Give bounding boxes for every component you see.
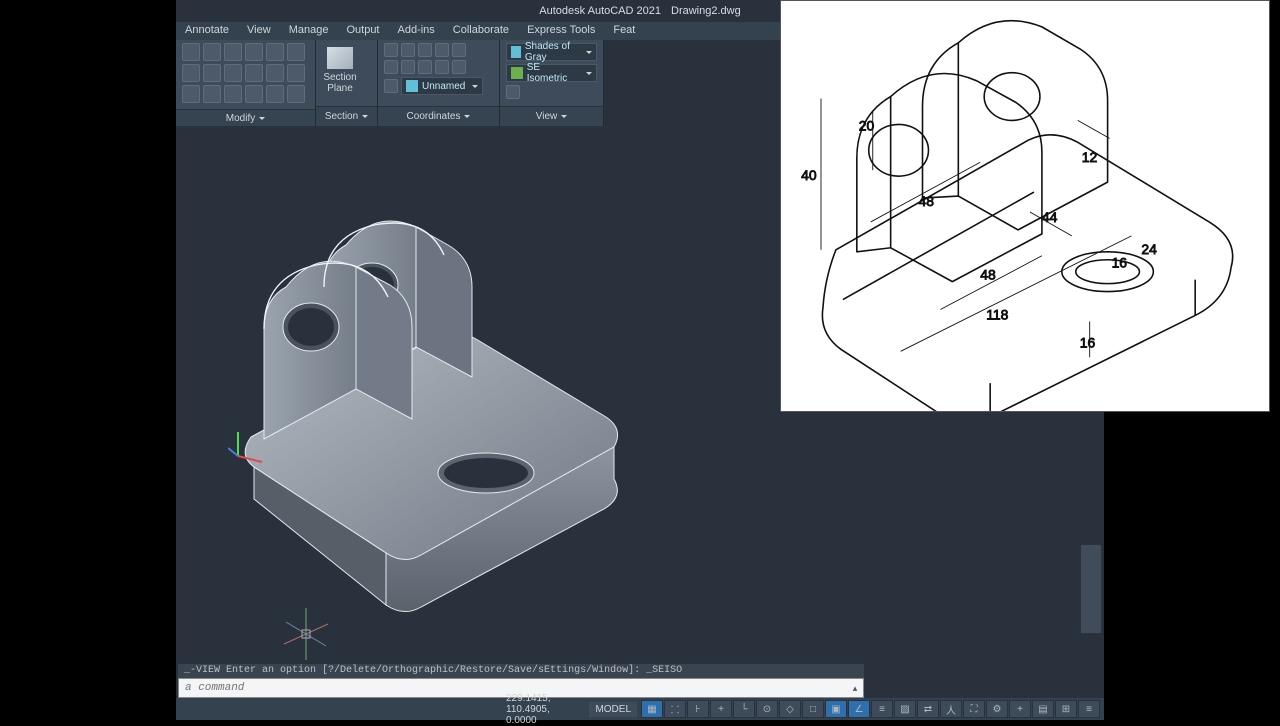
ucs-axes-icon [228, 426, 268, 466]
app-name: Autodesk AutoCAD 2021 [539, 5, 661, 17]
tab-manage[interactable]: Manage [280, 22, 338, 40]
rotate-icon[interactable] [203, 43, 221, 61]
status-bar: 229.1415, 110.4905, 0.0000 MODEL ▦ ⸬ ⊦ +… [176, 698, 1104, 720]
tab-express[interactable]: Express Tools [518, 22, 604, 40]
crosshair-cursor-icon [276, 604, 336, 664]
panel-section[interactable]: Section [316, 106, 377, 126]
tab-output[interactable]: Output [337, 22, 388, 40]
tab-view[interactable]: View [238, 22, 280, 40]
ucs4-icon[interactable] [435, 43, 449, 57]
trim-icon[interactable] [224, 43, 242, 61]
transparency-icon[interactable]: ▨ [894, 700, 916, 718]
ucs5-icon[interactable] [452, 43, 466, 57]
fillet-icon[interactable] [266, 43, 284, 61]
sphere-icon [511, 46, 521, 58]
ucs11-icon[interactable] [384, 79, 398, 93]
dim-20: 20 [859, 117, 875, 133]
navigation-bar[interactable] [1080, 544, 1102, 634]
dim-24: 24 [1141, 241, 1157, 257]
draw1-icon[interactable] [182, 85, 200, 103]
ucs2-icon[interactable] [401, 43, 415, 57]
autocad-window: Autodesk AutoCAD 2021 Drawing2.dwg Annot… [176, 0, 1104, 720]
ucs6-icon[interactable] [384, 60, 398, 74]
explode-icon[interactable] [266, 64, 284, 82]
dim-48b: 48 [980, 267, 996, 283]
tab-collaborate[interactable]: Collaborate [444, 22, 518, 40]
panel-view[interactable]: View [500, 106, 603, 126]
draw4-icon[interactable] [245, 85, 263, 103]
draw5-icon[interactable] [266, 85, 284, 103]
dim-48a: 48 [919, 193, 935, 209]
qp-icon[interactable]: ⊞ [1055, 700, 1077, 718]
array-icon[interactable] [287, 43, 305, 61]
tab-addins[interactable]: Add-ins [389, 22, 444, 40]
dim-118: 118 [986, 306, 1008, 322]
chevron-down-icon [586, 51, 592, 54]
visual-style-dropdown[interactable]: Shades of Gray [506, 43, 597, 61]
ucs10-icon[interactable] [452, 60, 466, 74]
copy-icon[interactable] [182, 64, 200, 82]
section-plane-button[interactable]: Section Plane [318, 42, 362, 98]
workspace-icon[interactable]: ⚙ [986, 700, 1008, 718]
reference-drawing: 40 20 48 12 44 48 118 16 24 16 [780, 0, 1270, 412]
ucs3-icon[interactable] [418, 43, 432, 57]
mirror-icon[interactable] [245, 43, 263, 61]
file-name: Drawing2.dwg [671, 5, 741, 17]
erase-icon[interactable] [287, 64, 305, 82]
3dosnap-icon[interactable]: ▣ [825, 700, 847, 718]
tab-annotate[interactable]: Annotate [176, 22, 238, 40]
chevron-down-icon [561, 115, 567, 118]
otrack-icon[interactable]: ∠ [848, 700, 870, 718]
ortho-icon[interactable]: └ [733, 700, 755, 718]
infer-icon[interactable]: ⊦ [687, 700, 709, 718]
panel-modify[interactable]: Modify [176, 109, 315, 126]
cycle-icon[interactable]: ⇄ [917, 700, 939, 718]
chevron-down-icon [586, 72, 592, 75]
ucs7-icon[interactable] [401, 60, 415, 74]
tab-featured[interactable]: Feat [604, 22, 644, 40]
draw2-icon[interactable] [203, 85, 221, 103]
chevron-down-icon [259, 117, 265, 120]
space-toggle[interactable]: MODEL [589, 702, 637, 717]
draw6-icon[interactable] [287, 85, 305, 103]
customize-icon[interactable]: ≡ [1078, 700, 1100, 718]
annot-icon[interactable]: 人 [940, 700, 962, 718]
dim-40: 40 [801, 167, 817, 183]
command-history: _-VIEW Enter an option [?/Delete/Orthogr… [178, 664, 864, 678]
chevron-down-icon [464, 115, 470, 118]
osnap-icon[interactable]: □ [802, 700, 824, 718]
chevron-down-icon [472, 85, 478, 88]
view-tool-icon[interactable] [506, 85, 520, 99]
view-preset-dropdown[interactable]: SE Isometric [506, 64, 597, 82]
command-history-up-icon[interactable]: ▴ [847, 683, 863, 694]
iso-icon[interactable]: ◇ [779, 700, 801, 718]
dim-16a: 16 [1112, 255, 1128, 271]
chevron-down-icon [362, 115, 368, 118]
stretch-icon[interactable] [203, 64, 221, 82]
panel-coordinates[interactable]: Coordinates [378, 106, 499, 126]
draw3-icon[interactable] [224, 85, 242, 103]
dim-12: 12 [1082, 149, 1098, 165]
lweight-icon[interactable]: ≡ [871, 700, 893, 718]
ucs1-icon[interactable] [384, 43, 398, 57]
cube-icon [511, 67, 523, 79]
ucs-named-dropdown[interactable]: Unnamed [401, 77, 483, 95]
dim-44: 44 [1042, 209, 1058, 225]
dynamic-icon[interactable]: + [710, 700, 732, 718]
autoscale-icon[interactable]: ⛶ [963, 700, 985, 718]
scale-icon[interactable] [224, 64, 242, 82]
grid-icon[interactable]: ▦ [641, 700, 663, 718]
ucs9-icon[interactable] [435, 60, 449, 74]
annomonitor-icon[interactable]: + [1009, 700, 1031, 718]
cursor-coordinates: 229.1415, 110.4905, 0.0000 [506, 693, 581, 726]
ucs-icon [406, 80, 418, 92]
offset-icon[interactable] [245, 64, 263, 82]
polar-icon[interactable]: ⊙ [756, 700, 778, 718]
section-plane-icon [327, 47, 353, 69]
snap-icon[interactable]: ⸬ [664, 700, 686, 718]
units-icon[interactable]: ▤ [1032, 700, 1054, 718]
ucs8-icon[interactable] [418, 60, 432, 74]
move-icon[interactable] [182, 43, 200, 61]
dim-16b: 16 [1080, 334, 1096, 350]
